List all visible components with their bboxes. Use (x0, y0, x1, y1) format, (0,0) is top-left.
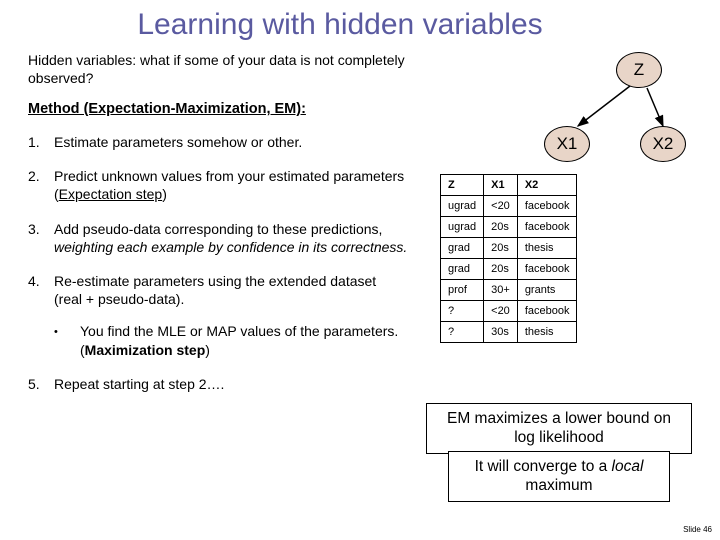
table-cell: ? (441, 322, 484, 343)
text: ) (162, 186, 167, 202)
table-cell: 30s (484, 322, 518, 343)
text: Add pseudo-data corresponding to these p… (54, 221, 382, 237)
table-cell: prof (441, 280, 484, 301)
table-cell: grad (441, 259, 484, 280)
maximization-step-label: Maximization step (85, 342, 206, 358)
emphasis-local: local (612, 458, 644, 475)
node-x2: X2 (640, 126, 686, 162)
expectation-step-label: Expectation step (59, 186, 163, 202)
table-cell: 30+ (484, 280, 518, 301)
table-header: Z (441, 175, 484, 196)
emphasis-text: weighting each example by confidence in … (54, 239, 407, 255)
table-cell: thesis (517, 238, 577, 259)
table-row: ?30sthesis (441, 322, 577, 343)
table-cell: grad (441, 238, 484, 259)
right-column: Z X1 X2 ZX1X2 ugrad<20facebookugrad20sfa… (418, 46, 708, 403)
table-cell: facebook (517, 301, 577, 322)
table-cell: facebook (517, 259, 577, 280)
table-cell: 20s (484, 217, 518, 238)
table-cell: facebook (517, 217, 577, 238)
method-heading: Method (Expectation-Maximization, EM): (28, 91, 408, 127)
slide-title: Learning with hidden variables (0, 0, 620, 46)
table-row: ugrad20sfacebook (441, 217, 577, 238)
step-num: 4. (28, 272, 54, 308)
step-text: Add pseudo-data corresponding to these p… (54, 220, 408, 256)
text: ) (205, 342, 210, 358)
table-row: grad20sthesis (441, 238, 577, 259)
bullet-text: You find the MLE or MAP values of the pa… (80, 322, 408, 358)
node-x1: X1 (544, 126, 590, 162)
left-column: Hidden variables: what if some of your d… (28, 46, 418, 403)
table-cell: ugrad (441, 196, 484, 217)
table-cell: <20 (484, 301, 518, 322)
sub-bullet: • You find the MLE or MAP values of the … (28, 318, 408, 368)
table-row: ugrad<20facebook (441, 196, 577, 217)
text: maximum (525, 477, 592, 494)
step-3: 3. Add pseudo-data corresponding to thes… (28, 214, 408, 266)
step-text: Re-estimate parameters using the extende… (54, 272, 408, 308)
table-row: prof30+grants (441, 280, 577, 301)
table-row: ?<20facebook (441, 301, 577, 322)
bayes-net-diagram: Z X1 X2 (518, 52, 688, 167)
table-header: X1 (484, 175, 518, 196)
step-num: 2. (28, 167, 54, 203)
table-header: X2 (517, 175, 577, 196)
table-cell: ugrad (441, 217, 484, 238)
step-num: 1. (28, 133, 54, 151)
table-cell: <20 (484, 196, 518, 217)
bullet-icon: • (54, 322, 80, 358)
step-5: 5. Repeat starting at step 2…. (28, 369, 408, 403)
step-text: Estimate parameters somehow or other. (54, 133, 408, 151)
table-cell: grants (517, 280, 577, 301)
callout-local-max: It will converge to a local maximum (448, 451, 670, 502)
callout-lower-bound: EM maximizes a lower bound on log likeli… (426, 403, 692, 454)
table-row: grad20sfacebook (441, 259, 577, 280)
step-4: 4. Re-estimate parameters using the exte… (28, 266, 408, 318)
table-cell: 20s (484, 238, 518, 259)
slide-number: Slide 46 (683, 525, 712, 534)
step-num: 5. (28, 375, 54, 393)
node-z: Z (616, 52, 662, 88)
table-cell: 20s (484, 259, 518, 280)
step-text: Predict unknown values from your estimat… (54, 167, 408, 203)
step-2: 2. Predict unknown values from your esti… (28, 161, 408, 213)
step-text: Repeat starting at step 2…. (54, 375, 408, 393)
table-cell: thesis (517, 322, 577, 343)
data-table: ZX1X2 ugrad<20facebookugrad20sfacebookgr… (440, 174, 577, 343)
step-1: 1. Estimate parameters somehow or other. (28, 127, 408, 161)
step-num: 3. (28, 220, 54, 256)
table-cell: facebook (517, 196, 577, 217)
intro-text: Hidden variables: what if some of your d… (28, 46, 408, 91)
table-cell: ? (441, 301, 484, 322)
text: It will converge to a (475, 458, 612, 475)
